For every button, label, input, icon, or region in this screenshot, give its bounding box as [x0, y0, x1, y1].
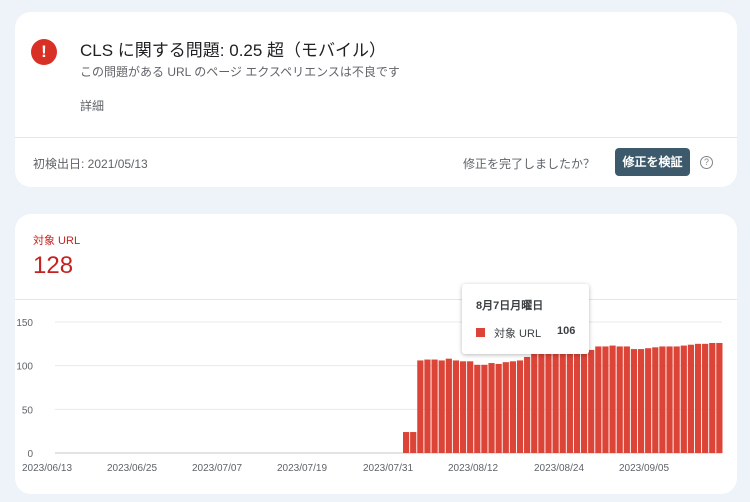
bar — [588, 349, 595, 453]
bar — [637, 349, 645, 453]
chart-tooltip: 8月7日月曜日 対象 URL 106 — [462, 284, 589, 354]
bar — [659, 346, 666, 453]
bar — [481, 364, 488, 453]
tooltip-series-name: 対象 URL — [494, 328, 542, 340]
tooltip-value: 106 — [557, 325, 576, 337]
bar — [552, 352, 559, 453]
bar — [687, 344, 694, 453]
bar — [516, 360, 524, 453]
bar — [488, 363, 495, 453]
bar — [673, 346, 680, 453]
issue-subtitle: この問題がある URL のページ エクスペリエンスは不良です — [80, 65, 400, 79]
bar — [474, 364, 481, 453]
x-tick-label: 2023/07/19 — [277, 463, 327, 474]
bar — [566, 351, 573, 453]
bar — [573, 350, 581, 453]
validate-fix-button[interactable]: 修正を検証 — [615, 148, 690, 176]
fix-question: 修正を完了しましたか？ — [463, 157, 596, 171]
bar — [595, 346, 602, 453]
bar — [694, 343, 702, 453]
bar — [630, 349, 638, 453]
details-link[interactable]: 詳細 — [80, 97, 104, 114]
bar — [452, 360, 460, 453]
urls-bar-chart: 0 50 100 150 2023/06/13 2023/06/25 2023/07/07 2… — [16, 318, 723, 474]
x-tick-label: 2023/07/31 — [363, 463, 413, 474]
bar — [509, 361, 516, 453]
x-tick-label: 2023/07/07 — [192, 463, 242, 474]
bar — [403, 432, 410, 453]
bar — [680, 345, 687, 453]
bar — [652, 347, 659, 453]
y-tick-label: 50 — [22, 405, 34, 416]
bar — [424, 359, 431, 453]
affected-urls-count: 128 — [33, 252, 74, 279]
tooltip-date: 8月7日月曜日 — [476, 300, 544, 312]
x-tick-label: 2023/06/25 — [107, 463, 157, 474]
error-icon: ! — [31, 39, 57, 65]
bar — [531, 353, 538, 453]
bar — [538, 353, 545, 453]
bar — [431, 359, 438, 453]
y-tick-label: 150 — [16, 318, 33, 329]
y-tick-label: 100 — [16, 362, 33, 373]
bar — [623, 346, 630, 453]
help-icon[interactable]: ? — [700, 156, 713, 169]
bar — [410, 432, 417, 453]
issue-card: ! CLS に関する問題: 0.25 超（モバイル） この問題がある URL の… — [15, 12, 737, 187]
bar — [545, 352, 552, 453]
bar — [645, 348, 652, 453]
bar — [616, 346, 623, 453]
bar — [709, 342, 716, 453]
bar — [602, 346, 609, 453]
bar — [666, 346, 673, 453]
bar — [495, 363, 502, 453]
bar — [702, 343, 709, 453]
bar — [417, 360, 424, 453]
bar — [445, 358, 452, 453]
bar — [581, 350, 588, 453]
bar — [467, 361, 474, 453]
bar — [716, 342, 723, 453]
bar — [459, 361, 467, 453]
divider — [15, 299, 737, 300]
bar — [438, 360, 445, 453]
tooltip-series-swatch — [476, 328, 485, 337]
bar — [609, 345, 616, 453]
bar — [524, 356, 531, 453]
bar — [502, 362, 509, 453]
y-tick-label: 0 — [27, 449, 33, 460]
x-tick-label: 2023/09/05 — [619, 463, 669, 474]
divider — [15, 137, 737, 138]
first-detected-date: 初検出日: 2021/05/13 — [33, 157, 148, 171]
chart-card: 対象 URL 128 0 50 100 150 2023/06/13 2023/06/25… — [15, 214, 737, 494]
x-tick-label: 2023/08/12 — [448, 463, 498, 474]
x-tick-label: 2023/06/13 — [22, 463, 72, 474]
bar — [559, 351, 566, 453]
issue-title: CLS に関する問題: 0.25 超（モバイル） — [80, 41, 387, 60]
affected-urls-label: 対象 URL — [33, 235, 81, 247]
x-tick-label: 2023/08/24 — [534, 463, 584, 474]
